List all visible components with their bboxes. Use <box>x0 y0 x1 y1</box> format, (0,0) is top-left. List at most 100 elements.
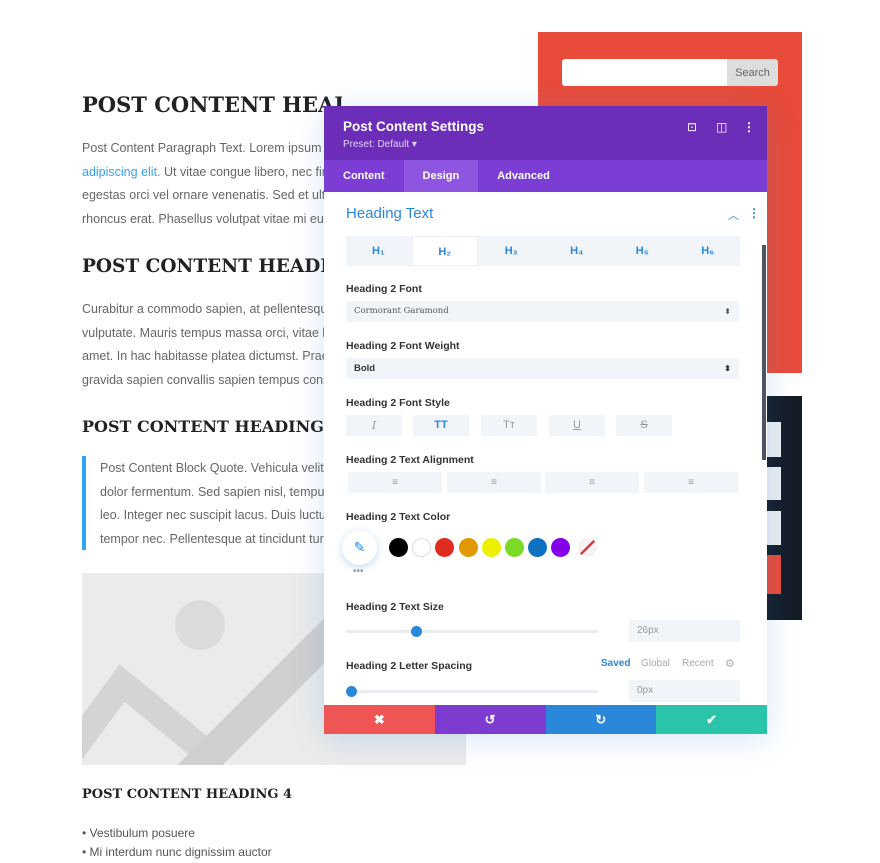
more-options-icon[interactable]: ⋮ <box>743 120 755 134</box>
color-swatch[interactable] <box>551 538 571 557</box>
align-center-button[interactable]: ≡ <box>447 472 541 493</box>
font-label: Heading 2 Font <box>346 283 422 295</box>
letter-spacing-slider[interactable] <box>346 690 598 693</box>
text-color-label: Heading 2 Text Color <box>346 511 451 523</box>
text-size-input[interactable]: 26px <box>629 620 740 642</box>
text-line: leo. Integer nec suscipit lacus. Duis lu… <box>100 508 330 522</box>
modal-tabs: Content Design Advanced <box>324 160 767 192</box>
heading-tab-h6[interactable]: H₆ <box>675 236 740 266</box>
heading-tab-h4[interactable]: H₄ <box>544 236 609 266</box>
align-right-button[interactable]: ≡ <box>545 472 639 493</box>
palette-tab-recent[interactable]: Recent <box>682 658 714 669</box>
font-weight-value: Bold <box>354 363 376 374</box>
paragraph-2: Curabitur a commodo sapien, at pellentes… <box>82 298 332 392</box>
letter-spacing-slider-handle[interactable] <box>346 686 357 697</box>
color-swatch[interactable] <box>458 538 478 557</box>
paragraph-1: Post Content Paragraph Text. Lorem ipsum… <box>82 137 332 231</box>
tab-advanced[interactable]: Advanced <box>478 160 569 192</box>
color-swatch[interactable] <box>505 538 524 557</box>
italic-button[interactable]: I <box>346 415 402 436</box>
letter-spacing-label: Heading 2 Letter Spacing <box>346 660 473 672</box>
heading-tab-h1[interactable]: H₁ <box>346 236 411 266</box>
text-line: dolor fermentum. Sed sapien nisl, tempus… <box>100 484 330 499</box>
undo-button[interactable]: ↺ <box>434 705 546 734</box>
font-weight-select[interactable]: Bold ⬍ <box>346 358 739 379</box>
section-title[interactable]: Heading Text <box>346 205 433 222</box>
align-justify-button[interactable]: ≡ <box>644 472 738 493</box>
text-line: tempor nec. Pellentesque at tincidunt tu… <box>100 531 330 546</box>
tab-content[interactable]: Content <box>324 160 404 192</box>
text-line: egestas orci vel ornare venenatis. Sed e… <box>82 188 332 202</box>
preset-dropdown[interactable]: Preset: Default ▾ <box>343 139 417 150</box>
text-line: Post Content Paragraph Text. Lorem ipsum… <box>82 141 332 155</box>
text-line: gravida sapien convallis sapien tempus c… <box>82 372 332 387</box>
tab-design[interactable]: Design <box>403 160 479 192</box>
widget-bar <box>767 467 781 500</box>
heading-tab-h3[interactable]: H₃ <box>479 236 544 266</box>
text-size-slider[interactable] <box>346 630 598 633</box>
underline-button[interactable]: U <box>549 415 605 436</box>
bullet-list: • Vestibulum posuere • Mi interdum nunc … <box>82 824 272 862</box>
list-item: • Vestibulum posuere <box>82 826 195 840</box>
color-swatch[interactable] <box>481 538 501 557</box>
settings-modal: Post Content Settings Preset: Default ▾ … <box>324 106 767 734</box>
modal-body: Heading Text ︿ ⋮ H₁ H₂ H₃ H₄ H₅ H₆ Headi… <box>324 192 767 705</box>
color-swatch[interactable] <box>412 538 432 557</box>
heading-tab-h2[interactable]: H₂ <box>411 236 478 266</box>
paragraph-link[interactable]: adipiscing elit. <box>82 165 161 179</box>
text-line: adipiscing elit. Ut vitae congue libero,… <box>82 161 332 185</box>
modal-scrollbar[interactable] <box>762 245 766 460</box>
text-alignment-label: Heading 2 Text Alignment <box>346 454 474 466</box>
font-weight-label: Heading 2 Font Weight <box>346 340 460 352</box>
widget-bar <box>767 422 781 457</box>
text-size-slider-handle[interactable] <box>410 626 422 637</box>
widget-bar <box>767 555 781 594</box>
split-view-icon[interactable]: ◫ <box>716 120 727 134</box>
search-button[interactable]: Search <box>727 59 778 86</box>
widget-bar <box>767 511 781 545</box>
font-style-label: Heading 2 Font Style <box>346 397 450 409</box>
capitalize-button[interactable]: Tт <box>481 415 537 436</box>
strikethrough-button[interactable]: S <box>616 415 672 436</box>
modal-header: Post Content Settings Preset: Default ▾ … <box>324 106 767 160</box>
section-options-icon[interactable]: ⋮ <box>748 206 760 220</box>
align-left-button[interactable]: ≡ <box>348 472 442 493</box>
cancel-button[interactable]: ✖ <box>324 705 435 734</box>
text-line: amet. In hac habitasse platea dictumst. … <box>82 349 332 363</box>
font-select[interactable]: Cormorant Garamond ⬍ <box>346 301 739 322</box>
eyedropper-icon[interactable]: ✎ <box>342 530 377 565</box>
transparent-swatch[interactable] <box>578 538 597 557</box>
chevron-up-icon[interactable]: ︿ <box>728 207 739 223</box>
more-colors-icon[interactable]: ••• <box>353 566 364 577</box>
redo-button[interactable]: ↻ <box>545 705 657 734</box>
blockquote: Post Content Block Quote. Vehicula velit… <box>100 457 330 551</box>
color-swatch[interactable] <box>528 538 548 557</box>
palette-tab-saved[interactable]: Saved <box>601 658 630 669</box>
color-swatch[interactable] <box>435 538 455 557</box>
heading-level-tabs: H₁ H₂ H₃ H₄ H₅ H₆ <box>346 236 740 266</box>
select-caret-icon: ⬍ <box>724 307 731 316</box>
save-button[interactable]: ✔ <box>656 705 767 734</box>
palette-settings-icon[interactable]: ⚙ <box>725 657 735 670</box>
list-item: • Mi interdum nunc dignissim auctor <box>82 845 272 859</box>
modal-title: Post Content Settings <box>343 119 484 134</box>
heading-1: POST CONTENT HEADING 1 <box>82 92 342 117</box>
text-size-label: Heading 2 Text Size <box>346 601 444 613</box>
color-swatch[interactable] <box>389 538 408 557</box>
text-line: rhoncus erat. Phasellus volutpat vitae m… <box>82 211 332 226</box>
heading-3: POST CONTENT HEADING 3 <box>82 417 332 436</box>
uppercase-button[interactable]: TT <box>413 415 469 436</box>
blockquote-border <box>82 456 86 550</box>
text: Ut vitae congue libero, nec finibus <box>163 164 332 179</box>
select-caret-icon: ⬍ <box>724 364 731 373</box>
search-input[interactable] <box>562 59 727 86</box>
text-line: Post Content Block Quote. Vehicula velit… <box>100 461 330 475</box>
text-line: Curabitur a commodo sapien, at pellentes… <box>82 302 332 316</box>
fullscreen-icon[interactable]: ⊡ <box>687 120 697 134</box>
font-value: Cormorant Garamond <box>354 306 449 316</box>
palette-tab-global[interactable]: Global <box>641 658 670 669</box>
heading-tab-h5[interactable]: H₅ <box>610 236 675 266</box>
heading-4: POST CONTENT HEADING 4 <box>82 787 293 802</box>
letter-spacing-input[interactable]: 0px <box>629 680 740 702</box>
modal-footer: ✖ ↺ ↻ ✔ <box>324 705 767 734</box>
